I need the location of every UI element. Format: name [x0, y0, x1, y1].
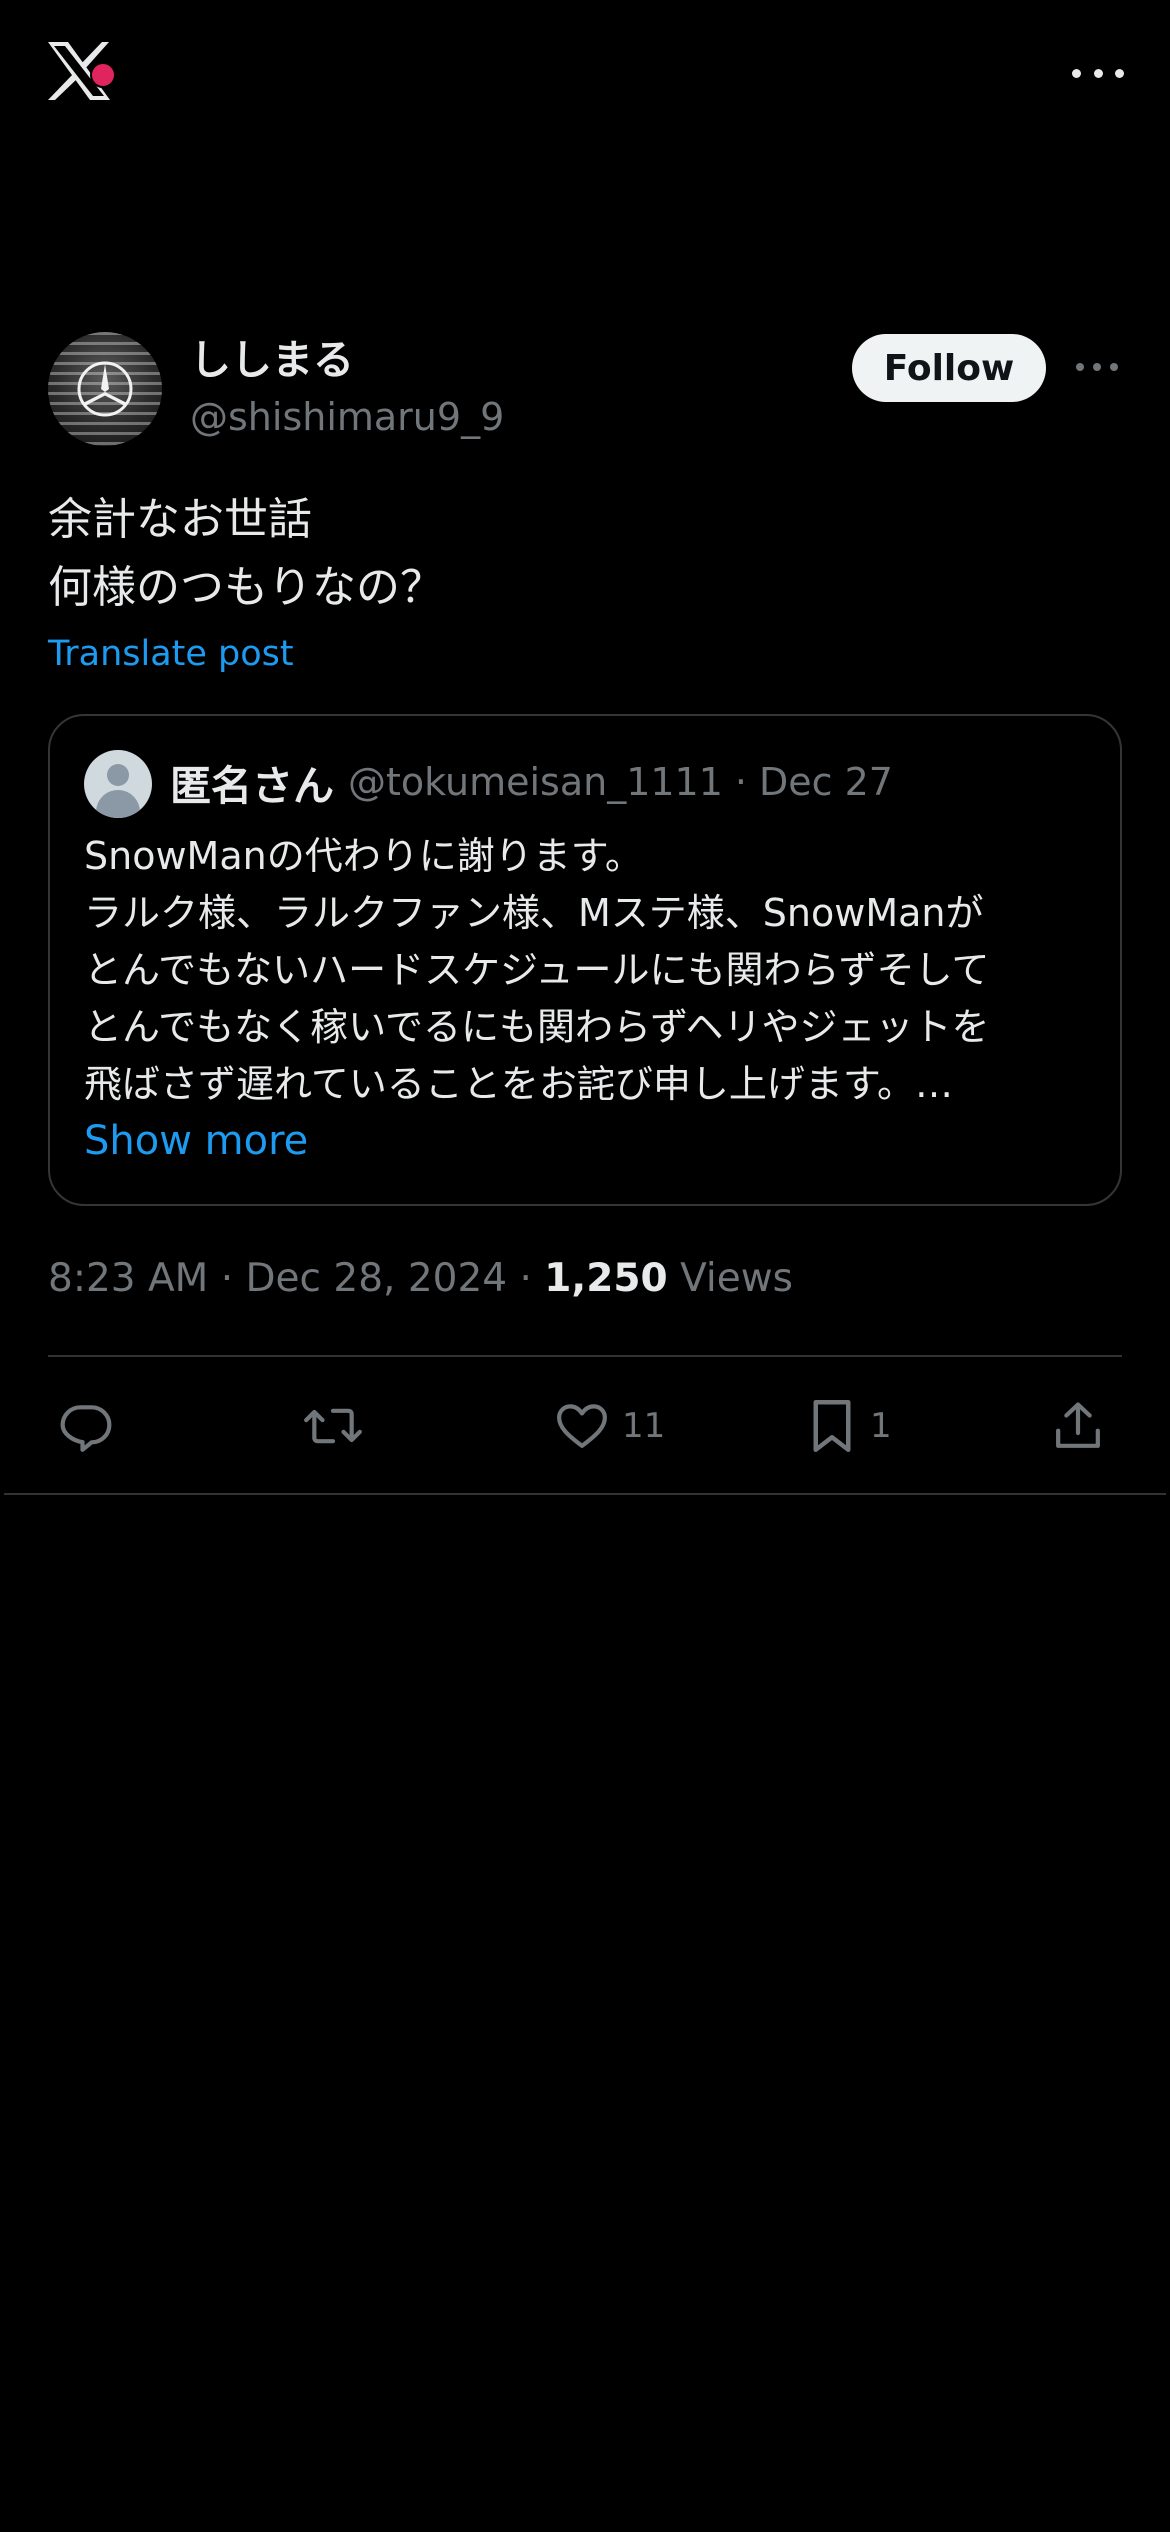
bookmark-count: 1 [870, 1406, 892, 1446]
share-button[interactable] [1050, 1390, 1118, 1462]
meta-separator: · [734, 760, 747, 804]
like-button[interactable]: 11 [554, 1390, 665, 1462]
quoted-author-handle: @tokumeisan_1111 [348, 760, 723, 804]
bookmark-button[interactable]: 1 [806, 1390, 892, 1462]
top-bar [0, 0, 1170, 150]
quoted-text-line: ラルク様、ラルクファン様、Mステ様、SnowManが [84, 891, 984, 935]
post-time[interactable]: 8:23 AM [48, 1256, 208, 1301]
quoted-text-line: 飛ばさず遅れていることをお詫び申し上げます。… [84, 1062, 954, 1106]
show-more-link[interactable]: Show more [84, 1116, 308, 1166]
author-handle[interactable]: @shishimaru9_9 [190, 394, 504, 440]
quoted-post[interactable]: 匿名さん @tokumeisan_1111 · Dec 27 SnowManの代… [48, 714, 1122, 1206]
divider [48, 1355, 1122, 1357]
quoted-post-text: SnowManの代わりに謝ります。 ラルク様、ラルクファン様、Mステ様、Snow… [84, 828, 1094, 1113]
repost-button[interactable] [302, 1390, 376, 1462]
quoted-text-line: とんでもなく稼いでるにも関わらずヘリやジェットを [84, 1005, 990, 1049]
logo-badge [90, 62, 116, 88]
quoted-post-meta: 匿名さん @tokumeisan_1111 · Dec 27 [170, 752, 893, 812]
post-text-line: 余計なお世話 [48, 494, 312, 545]
post-date[interactable]: Dec 28, 2024 [246, 1256, 508, 1301]
avatar[interactable] [48, 332, 162, 446]
bookmark-icon [813, 1400, 851, 1452]
default-avatar-icon[interactable] [84, 750, 152, 818]
quoted-author-name: 匿名さん [170, 762, 334, 810]
translate-post-link[interactable]: Translate post [48, 632, 294, 676]
like-count: 11 [622, 1406, 666, 1446]
reply-icon [60, 1405, 112, 1452]
divider [4, 1493, 1166, 1495]
reply-button[interactable] [58, 1390, 126, 1462]
post-text: 余計なお世話 何様のつもりなの？ [48, 486, 1122, 622]
views-count: 1,250 [544, 1256, 668, 1301]
author-display-name[interactable]: ししまる [190, 336, 354, 384]
post-text-line: 何様のつもりなの？ [48, 562, 444, 613]
emblem-icon [77, 361, 133, 417]
meta-separator: · [220, 1256, 234, 1301]
post-more-icon[interactable] [1076, 360, 1118, 374]
share-icon [1056, 1402, 1100, 1448]
quoted-text-line: とんでもないハードスケジュールにも関わらずそして [84, 948, 990, 992]
repost-icon [304, 1408, 362, 1444]
x-logo-icon[interactable] [46, 40, 118, 106]
follow-button[interactable]: Follow [852, 334, 1046, 402]
views-label: Views [680, 1256, 793, 1301]
meta-separator: · [519, 1256, 532, 1301]
heart-icon [557, 1404, 607, 1448]
post-header: ししまる @shishimaru9_9 Follow [48, 332, 1122, 448]
post-timestamp-views: 8:23 AM · Dec 28, 2024 · 1,250 Views [48, 1254, 793, 1304]
quoted-text-line: SnowManの代わりに謝ります。 [84, 834, 643, 878]
more-horizontal-icon[interactable] [1072, 56, 1124, 90]
action-bar: 11 1 [48, 1390, 1122, 1462]
quoted-post-date: Dec 27 [759, 760, 893, 804]
